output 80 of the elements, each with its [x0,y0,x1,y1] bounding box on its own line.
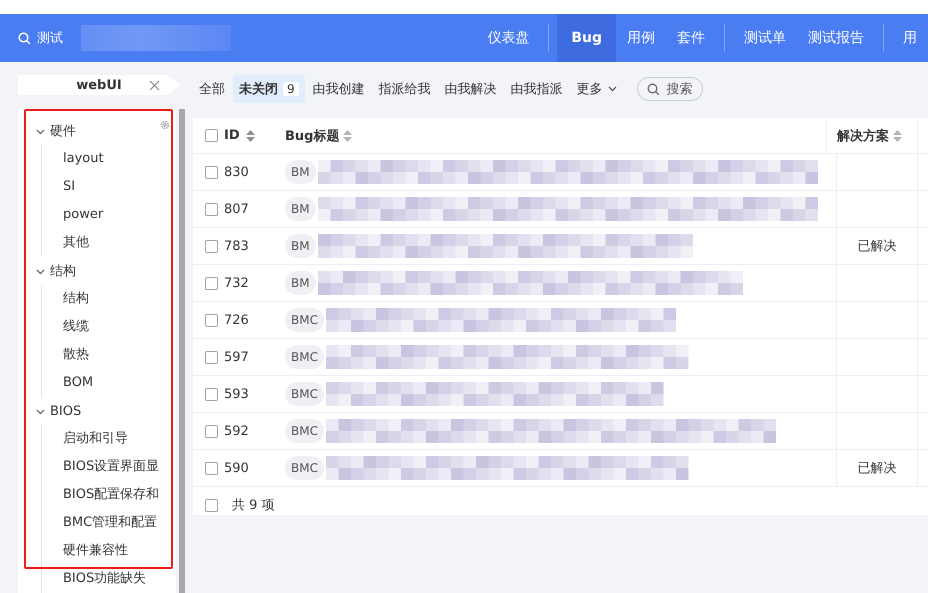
checkbox[interactable] [205,314,218,326]
search-icon [18,32,31,44]
table-cell: 已解决 [836,228,918,264]
tree-item[interactable]: BOM [42,369,176,397]
table-cell: 732 [224,276,249,290]
checkbox[interactable] [205,240,218,252]
tree-item[interactable]: 线缆 [42,313,176,341]
nav-tab[interactable]: Bug [557,14,616,62]
table-cell: 783 [224,238,249,254]
tree-group[interactable]: 硬件 [18,117,176,145]
checkbox[interactable] [205,276,218,290]
tag: BMC [285,419,324,443]
filter-tab[interactable]: 未关闭 9 [233,75,305,103]
search-icon [646,82,660,96]
tree-item[interactable]: BIOS设置界面显 [42,453,176,481]
table-cell: 726 [224,312,249,328]
tag: BM [285,197,316,221]
table-cell: 592 [224,424,249,438]
tree-item[interactable]: 结构 [42,285,176,313]
table-cell: 593 [224,386,249,402]
module-tab[interactable]: webUI [18,75,180,95]
scrollbar[interactable] [179,109,185,593]
count-badge: 9 [283,82,299,96]
sort-icon[interactable] [893,130,902,142]
filter-tab[interactable]: 全部 [193,75,231,103]
nav-tab[interactable]: 套件 [666,14,716,62]
tag: BMC [285,456,324,480]
close-icon[interactable] [149,80,160,90]
checkbox[interactable] [205,129,218,142]
caret-icon [608,86,617,92]
checkbox[interactable] [205,498,218,512]
checkbox[interactable] [205,388,218,400]
tree-group[interactable]: BIOS [18,397,176,425]
tree-item[interactable]: 启动和引导 [42,425,176,453]
tree-group[interactable]: 结构 [18,257,176,285]
search-button[interactable]: 搜索 [636,77,703,101]
checkbox[interactable] [205,166,218,178]
tag: BMC [285,382,324,406]
checkbox[interactable] [205,462,218,474]
column-header[interactable]: ID [224,128,240,143]
filter-tab[interactable]: 由我解决 [438,75,503,103]
sort-icon[interactable] [343,130,352,142]
table-cell: 已解决 [836,450,918,486]
filter-tab[interactable]: 由我创建 [306,75,371,103]
table-cell: 830 [224,164,249,180]
tree-item[interactable]: layout [42,145,176,173]
nav-tab[interactable]: 测试报告 [797,14,875,62]
tree-item[interactable]: BIOS功能缺失 [42,565,176,593]
column-header[interactable]: 解决方案 [837,126,889,144]
column-header[interactable]: Bug标题 [285,126,340,144]
tree-item[interactable]: SI [42,173,176,201]
table-cell: 597 [224,350,249,364]
tree-item[interactable]: 散热 [42,341,176,369]
tree-item[interactable]: BMC管理和配置 [42,509,176,537]
checkbox[interactable] [205,350,218,364]
nav-tab[interactable]: 仪表盘 [476,14,540,62]
checkbox[interactable] [205,202,218,216]
table-cell: 807 [224,202,249,216]
table-cell: 590 [224,460,249,476]
settings-icon[interactable] [160,120,170,130]
checkbox[interactable] [205,424,218,438]
filter-tab[interactable]: 更多 [570,75,623,103]
row-count: 共 9 项 [232,497,275,514]
tag: BM [285,271,316,295]
tree-item[interactable]: power [42,201,176,229]
tag: BMC [285,345,324,369]
sort-icon[interactable] [246,130,255,142]
module-name: webUI [76,78,122,92]
nav-tab[interactable]: 测试单 [733,14,797,62]
tag: BM [285,234,316,258]
tree-item[interactable]: 硬件兼容性 [42,537,176,565]
search-button[interactable]: 测试 [18,29,63,47]
tree-item[interactable]: BIOS配置保存和 [42,481,176,509]
tag: BM [285,160,316,184]
tag: BMC [285,308,324,332]
filter-tab[interactable]: 指派给我 [372,75,437,103]
filter-tab[interactable]: 由我指派 [504,75,569,103]
nav-tab[interactable]: 用 [892,14,928,62]
nav-tab[interactable]: 用例 [616,14,666,62]
tree-item[interactable]: 其他 [42,229,176,257]
